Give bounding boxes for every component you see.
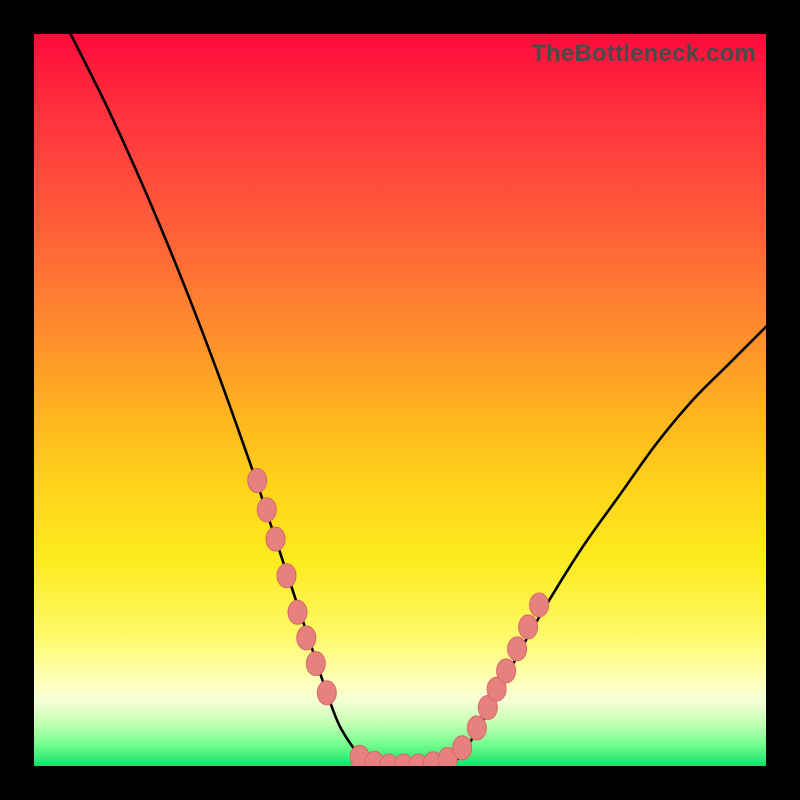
- chart-frame: TheBottleneck.com: [0, 0, 800, 800]
- right-cluster-marker: [530, 593, 549, 617]
- left-cluster-marker: [306, 652, 325, 676]
- right-cluster-marker: [453, 736, 472, 760]
- bottleneck-curve: [71, 34, 766, 766]
- left-cluster-marker: [317, 681, 336, 705]
- left-cluster-marker: [288, 600, 307, 624]
- left-cluster-marker: [248, 469, 267, 493]
- left-cluster-marker: [277, 564, 296, 588]
- plot-area: TheBottleneck.com: [34, 34, 766, 766]
- data-markers: [248, 469, 549, 766]
- left-cluster-marker: [257, 498, 276, 522]
- left-cluster-marker: [297, 626, 316, 650]
- chart-svg: [34, 34, 766, 766]
- right-cluster-marker: [467, 716, 486, 740]
- left-cluster-marker: [266, 527, 285, 551]
- right-cluster-marker: [519, 615, 538, 639]
- right-cluster-marker: [497, 659, 516, 683]
- right-cluster-marker: [508, 637, 527, 661]
- watermark-text: TheBottleneck.com: [531, 40, 756, 68]
